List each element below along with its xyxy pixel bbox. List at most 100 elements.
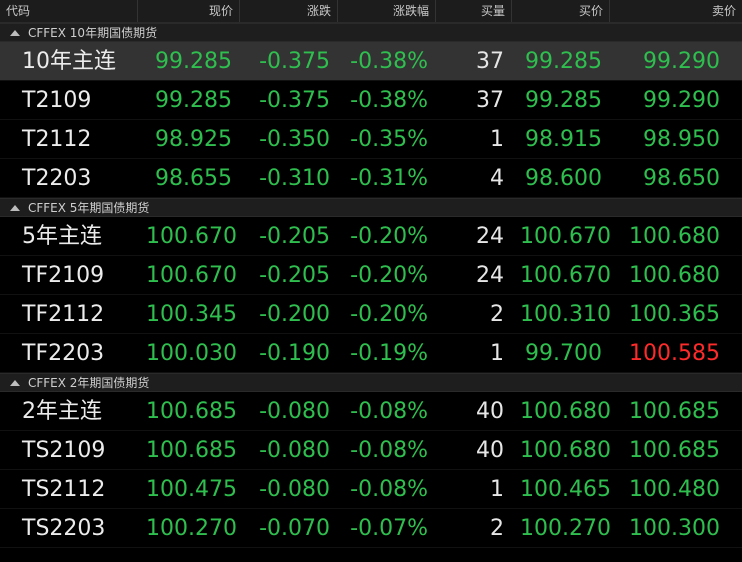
cell-price: 100.270	[146, 516, 237, 541]
table-row[interactable]: T2203 98.655 -0.310 -0.31% 4 98.600 98.650	[0, 159, 742, 198]
table-row[interactable]: TS2112 100.475 -0.080 -0.08% 1 100.465 100.480	[0, 470, 742, 509]
cell-change-pct: -0.38%	[350, 49, 428, 74]
table-row[interactable]: TS2109 100.685 -0.080 -0.08% 40 100.680 100.68…	[0, 431, 742, 470]
cell-change-pct: -0.20%	[350, 224, 428, 249]
cell-change-pct: -0.20%	[350, 302, 428, 327]
cell-bid-price: 100.670	[520, 263, 610, 288]
cell-price: 100.345	[146, 302, 237, 327]
cell-bid-price: 98.600	[525, 166, 602, 191]
quote-board: 代码 现价 涨跌 涨跌幅 买量 买价 卖价 CFFEX 10年期国债期货 10年主…	[0, 0, 742, 562]
cell-bid-volume: 1	[490, 127, 504, 152]
cell-change-pct: -0.08%	[350, 399, 428, 424]
cell-change-pct: -0.08%	[350, 477, 428, 502]
cell-code: 10年主连	[22, 49, 116, 74]
cell-code: TF2112	[22, 302, 105, 327]
quote-groups: CFFEX 10年期国债期货 10年主连 99.285 -0.375 -0.38% 37 9…	[0, 23, 742, 548]
col-header-bid-price[interactable]: 买价	[512, 0, 610, 22]
table-row[interactable]: T2109 99.285 -0.375 -0.38% 37 99.285 99.290	[0, 81, 742, 120]
cell-price: 100.030	[146, 341, 237, 366]
cell-price: 100.670	[146, 263, 237, 288]
col-header-code[interactable]: 代码	[0, 0, 138, 22]
cell-bid-price: 99.285	[525, 49, 602, 74]
table-row[interactable]: 10年主连 99.285 -0.375 -0.38% 37 99.285 99.290	[0, 42, 742, 81]
collapse-caret-icon[interactable]	[10, 29, 20, 36]
table-row[interactable]: T2112 98.925 -0.350 -0.35% 1 98.915 98.950	[0, 120, 742, 159]
cell-price: 99.285	[155, 49, 232, 74]
cell-bid-price: 100.270	[520, 516, 610, 541]
cell-ask-price: 100.480	[629, 477, 720, 502]
group-title: CFFEX 2年期国债期货	[28, 376, 150, 390]
cell-change: -0.350	[259, 127, 330, 152]
cell-bid-price: 100.310	[520, 302, 610, 327]
cell-ask-price: 99.290	[643, 49, 720, 74]
cell-change: -0.070	[259, 516, 330, 541]
cell-bid-volume: 4	[490, 166, 504, 191]
cell-bid-volume: 40	[476, 399, 504, 424]
cell-bid-volume: 2	[490, 516, 504, 541]
cell-price: 98.925	[155, 127, 232, 152]
cell-change-pct: -0.20%	[350, 263, 428, 288]
cell-code: TS2203	[22, 516, 106, 541]
cell-bid-volume: 1	[490, 477, 504, 502]
cell-change: -0.375	[259, 88, 330, 113]
cell-bid-price: 100.465	[520, 477, 610, 502]
cell-ask-price: 100.365	[629, 302, 720, 327]
cell-price: 100.685	[146, 399, 237, 424]
cell-change-pct: -0.38%	[350, 88, 428, 113]
cell-ask-price: 100.585	[629, 341, 720, 366]
col-header-bid-volume[interactable]: 买量	[436, 0, 512, 22]
table-row[interactable]: TS2203 100.270 -0.070 -0.07% 2 100.270 100.300	[0, 509, 742, 548]
cell-change: -0.200	[259, 302, 330, 327]
table-row[interactable]: 5年主连 100.670 -0.205 -0.20% 24 100.670 100.680	[0, 217, 742, 256]
cell-code: TF2203	[22, 341, 105, 366]
table-row[interactable]: 2年主连 100.685 -0.080 -0.08% 40 100.680 100.685	[0, 392, 742, 431]
cell-code: T2203	[22, 166, 92, 191]
group-header[interactable]: CFFEX 5年期国债期货	[0, 198, 742, 217]
group-header[interactable]: CFFEX 10年期国债期货	[0, 23, 742, 42]
cell-price: 100.475	[146, 477, 237, 502]
cell-price: 99.285	[155, 88, 232, 113]
cell-change-pct: -0.19%	[350, 341, 428, 366]
table-header: 代码 现价 涨跌 涨跌幅 买量 买价 卖价	[0, 0, 742, 23]
cell-change: -0.080	[259, 477, 330, 502]
cell-ask-price: 99.290	[643, 88, 720, 113]
cell-code: TS2109	[22, 438, 106, 463]
cell-change: -0.080	[259, 399, 330, 424]
cell-price: 100.685	[146, 438, 237, 463]
cell-ask-price: 100.685	[629, 399, 720, 424]
table-row[interactable]: TF2203 100.030 -0.190 -0.19% 1 99.700 100.585	[0, 334, 742, 373]
col-header-change-pct[interactable]: 涨跌幅	[338, 0, 436, 22]
cell-price: 100.670	[146, 224, 237, 249]
cell-code: TS2112	[22, 477, 106, 502]
col-header-price[interactable]: 现价	[138, 0, 240, 22]
cell-code: T2112	[22, 127, 92, 152]
cell-bid-volume: 24	[476, 263, 504, 288]
cell-change: -0.205	[259, 263, 330, 288]
cell-change-pct: -0.35%	[350, 127, 428, 152]
cell-bid-volume: 37	[476, 49, 504, 74]
cell-bid-price: 99.700	[525, 341, 602, 366]
collapse-caret-icon[interactable]	[10, 204, 20, 211]
col-header-change[interactable]: 涨跌	[240, 0, 338, 22]
cell-ask-price: 100.680	[629, 224, 720, 249]
cell-change: -0.205	[259, 224, 330, 249]
cell-bid-price: 99.285	[525, 88, 602, 113]
cell-bid-price: 98.915	[525, 127, 602, 152]
cell-code: 2年主连	[22, 399, 102, 424]
cell-ask-price: 100.680	[629, 263, 720, 288]
cell-change-pct: -0.07%	[350, 516, 428, 541]
cell-change-pct: -0.31%	[350, 166, 428, 191]
col-header-ask-price[interactable]: 卖价	[610, 0, 742, 22]
cell-code: TF2109	[22, 263, 105, 288]
cell-ask-price: 100.300	[629, 516, 720, 541]
table-row[interactable]: TF2112 100.345 -0.200 -0.20% 2 100.310 100.365	[0, 295, 742, 334]
table-row[interactable]: TF2109 100.670 -0.205 -0.20% 24 100.670 100.68…	[0, 256, 742, 295]
cell-ask-price: 100.685	[629, 438, 720, 463]
group-title: CFFEX 5年期国债期货	[28, 201, 150, 215]
cell-bid-volume: 24	[476, 224, 504, 249]
cell-change: -0.080	[259, 438, 330, 463]
cell-bid-volume: 2	[490, 302, 504, 327]
collapse-caret-icon[interactable]	[10, 379, 20, 386]
group-header[interactable]: CFFEX 2年期国债期货	[0, 373, 742, 392]
group-title: CFFEX 10年期国债期货	[28, 26, 158, 40]
